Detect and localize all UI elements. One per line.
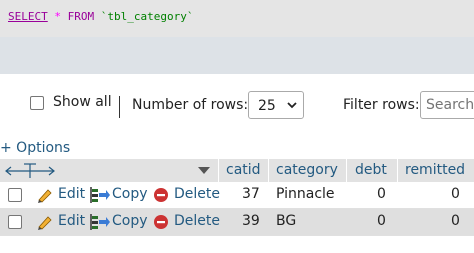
table-row: Edit Copy Delete 39 BG 0 0 [0, 209, 474, 236]
column-header-catid[interactable]: catid [226, 162, 261, 178]
copy-icon [90, 187, 110, 203]
column-header-category[interactable]: category [276, 162, 338, 178]
column-header-debt[interactable]: debt [355, 162, 387, 178]
sql-query-text: SELECT * FROM `tbl_category` [8, 10, 193, 23]
cell-debt: 0 [377, 213, 386, 229]
column-separator [346, 159, 347, 182]
pencil-icon [38, 189, 52, 203]
sql-table-name: `tbl_category` [100, 10, 194, 23]
show-all-label[interactable]: Show all [53, 94, 112, 110]
rows-per-page-value: 25 [258, 98, 276, 114]
delete-link[interactable]: Delete [174, 186, 220, 202]
cell-debt: 0 [377, 186, 386, 202]
column-arrows-icon [5, 163, 55, 178]
cell-remitted: 0 [451, 186, 460, 202]
edit-link[interactable]: Edit [58, 213, 85, 229]
cell-category: BG [276, 213, 297, 229]
sql-star: * [54, 10, 61, 23]
column-separator [268, 159, 269, 182]
sql-query-bar: SELECT * FROM `tbl_category` [0, 0, 474, 37]
cell-catid: 37 [242, 186, 260, 202]
show-all-checkbox[interactable] [30, 96, 44, 110]
chevron-down-icon [287, 102, 297, 109]
column-separator [218, 159, 219, 182]
results-table-header: catid category debt remitted [0, 159, 474, 183]
delete-icon [154, 215, 168, 229]
sql-keyword-from: FROM [67, 10, 95, 23]
copy-icon [90, 214, 110, 230]
query-actions-band [0, 37, 474, 74]
navigation-controls: Show all Number of rows: 25 Filter rows: [0, 88, 474, 124]
filter-rows-input[interactable] [420, 91, 474, 119]
copy-link[interactable]: Copy [112, 186, 148, 202]
options-toggle-link[interactable]: + Options [0, 140, 70, 156]
number-of-rows-label: Number of rows: [132, 97, 249, 113]
cell-remitted: 0 [451, 213, 460, 229]
sort-caret-icon[interactable] [198, 167, 210, 175]
column-header-remitted[interactable]: remitted [405, 162, 465, 178]
delete-icon [154, 188, 168, 202]
copy-link[interactable]: Copy [112, 213, 148, 229]
column-separator [397, 159, 398, 182]
pencil-icon [38, 216, 52, 230]
filter-rows-label: Filter rows: [343, 97, 420, 113]
rows-per-page-select[interactable]: 25 [248, 91, 304, 119]
row-checkbox[interactable] [8, 215, 22, 229]
table-row: Edit Copy Delete 37 Pinnacle 0 0 [0, 182, 474, 209]
cell-category: Pinnacle [276, 186, 335, 202]
cell-catid: 39 [242, 213, 260, 229]
edit-link[interactable]: Edit [58, 186, 85, 202]
delete-link[interactable]: Delete [174, 213, 220, 229]
sql-keyword-select[interactable]: SELECT [8, 10, 48, 23]
row-checkbox[interactable] [8, 188, 22, 202]
separator [119, 96, 120, 118]
